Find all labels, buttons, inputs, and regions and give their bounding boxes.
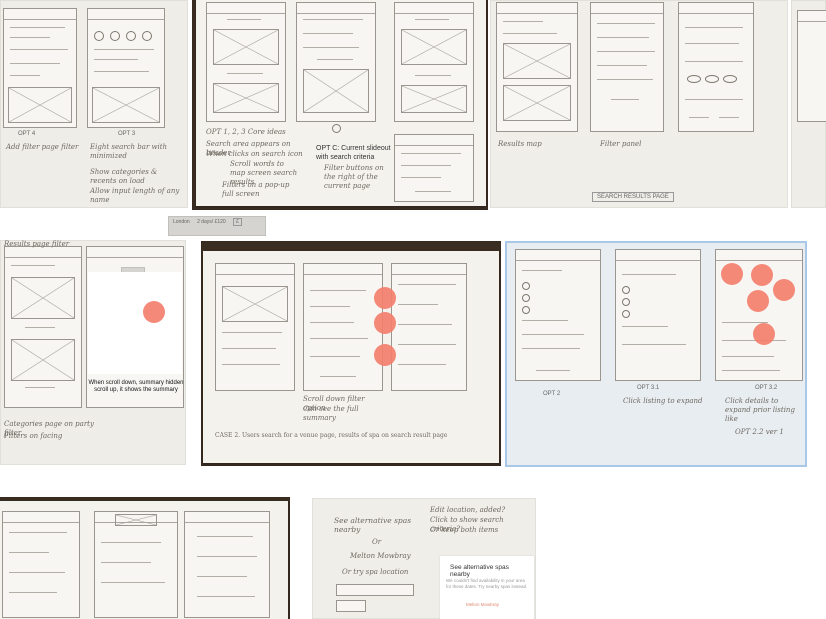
wireframe-phone — [303, 263, 383, 391]
note-text: Filter buttons on the right of the curre… — [324, 164, 384, 190]
note-label: OPT 3.1 — [637, 385, 660, 391]
wireframe-phone — [590, 2, 664, 132]
note-label: OPT 3 — [118, 131, 136, 137]
note-label: OPT 4 — [18, 131, 36, 137]
note-text: Or keep both items — [430, 526, 499, 534]
sketch-photo-top-right: Results map Filter panel Search results … — [490, 0, 788, 208]
sketch-photo-edge — [791, 0, 826, 208]
annotation-dot — [747, 290, 769, 312]
annotation-dot — [374, 287, 396, 309]
note-text: See alternative spas nearby — [334, 516, 412, 534]
note-label: OPT 2 — [543, 391, 561, 397]
note-text: Filters on a pop-up full screen — [222, 181, 290, 198]
wireframe-phone — [87, 8, 165, 128]
summary-city: London — [173, 219, 190, 225]
sketch-photo-top-middle: OPT 1, 2, 3 Core ideas Search area appea… — [192, 0, 488, 210]
note-text: Show categories & recents on load — [90, 168, 158, 185]
note-text: Click details to expand prior listing li… — [725, 397, 795, 423]
wireframe-phone — [4, 246, 82, 408]
popup-location-link[interactable]: Melton Mowbray — [466, 602, 499, 607]
annotation-dot — [143, 301, 165, 323]
popup-heading: See alternative spas nearby — [450, 564, 509, 578]
scroll-caption: When scroll down, summary hidden scroll … — [88, 380, 184, 393]
annotation-dot — [753, 323, 775, 345]
annotation-dot — [773, 279, 795, 301]
note-text: Results page filter — [4, 240, 70, 248]
note-text: Eight search bar with minimized — [90, 143, 168, 160]
sketch-photo-mid-center: Scroll down filter option Can see the fu… — [201, 241, 501, 466]
annotation-dot — [751, 264, 773, 286]
wireframe-phone — [391, 263, 467, 391]
note-text: Or try spa location — [342, 568, 409, 576]
note-text: Or — [372, 538, 382, 546]
note-text: Click listing to expand — [623, 397, 703, 405]
annotation-dot — [374, 312, 396, 334]
summary-card: London 2 days/ £120 £ — [168, 216, 266, 236]
annotation-dot — [721, 263, 743, 285]
wireframe-phone — [206, 2, 286, 122]
wireframe-phone — [515, 249, 601, 381]
wireframe-phone — [215, 263, 295, 391]
popup-body: We couldn't find availability in your ar… — [446, 578, 528, 589]
note-text: Results map — [498, 140, 542, 148]
note-text: Allow input length of any name — [90, 187, 180, 204]
summary-badge: £ — [233, 218, 242, 226]
note-text: When clicks on search icon — [206, 150, 303, 158]
note-text: Filter panel — [600, 140, 642, 148]
wireframe-phone — [94, 511, 178, 618]
sketch-photo-mid-right[interactable]: OPT 2 OPT 3.1 OPT 3.2 Click listing to e… — [505, 241, 807, 467]
scroll-frame — [88, 272, 182, 374]
wireframe-phone — [296, 2, 376, 122]
note-text: Add filter page filter — [6, 143, 79, 151]
note-text: OPT 2.2 ver 1 — [735, 428, 784, 436]
wireframe-phone — [394, 2, 474, 122]
annotation-dot — [374, 344, 396, 366]
alternative-spas-popup: See alternative spas nearby We couldn't … — [440, 556, 534, 619]
sketch-photo-bottom-right: See alternative spas nearby Or Melton Mo… — [312, 498, 536, 619]
note-label: OPT 3.2 — [755, 385, 778, 391]
note-text: Edit location, added? — [430, 506, 506, 514]
wireframe-phone — [678, 2, 754, 132]
note-text: Melton Mowbray — [350, 552, 411, 560]
note-text: OPT 1, 2, 3 Core ideas — [206, 128, 286, 136]
sketch-photo-top-left: OPT 4 OPT 3 Add filter page filter Eight… — [0, 0, 188, 208]
note-text: OPT C: Current slideout with search crit… — [316, 145, 391, 161]
wireframe-phone — [3, 8, 77, 128]
note-text: CASE 2. Users search for a venue page, r… — [215, 432, 448, 439]
summary-details: 2 days/ £120 — [197, 219, 226, 225]
sketch-photo-bottom-left — [0, 497, 290, 619]
wireframe-phone — [184, 511, 270, 618]
wireframe-phone — [496, 2, 578, 132]
wireframe-phone — [394, 134, 474, 202]
note-text: Can see the full summary — [303, 405, 359, 422]
wireframe-phone — [2, 511, 80, 618]
wireframe-phone — [615, 249, 701, 381]
note-label: Search results page — [592, 192, 674, 202]
note-text: Filters on facing — [4, 432, 63, 440]
sketch-photo-mid-left: When scroll down, summary hidden scroll … — [0, 240, 186, 465]
